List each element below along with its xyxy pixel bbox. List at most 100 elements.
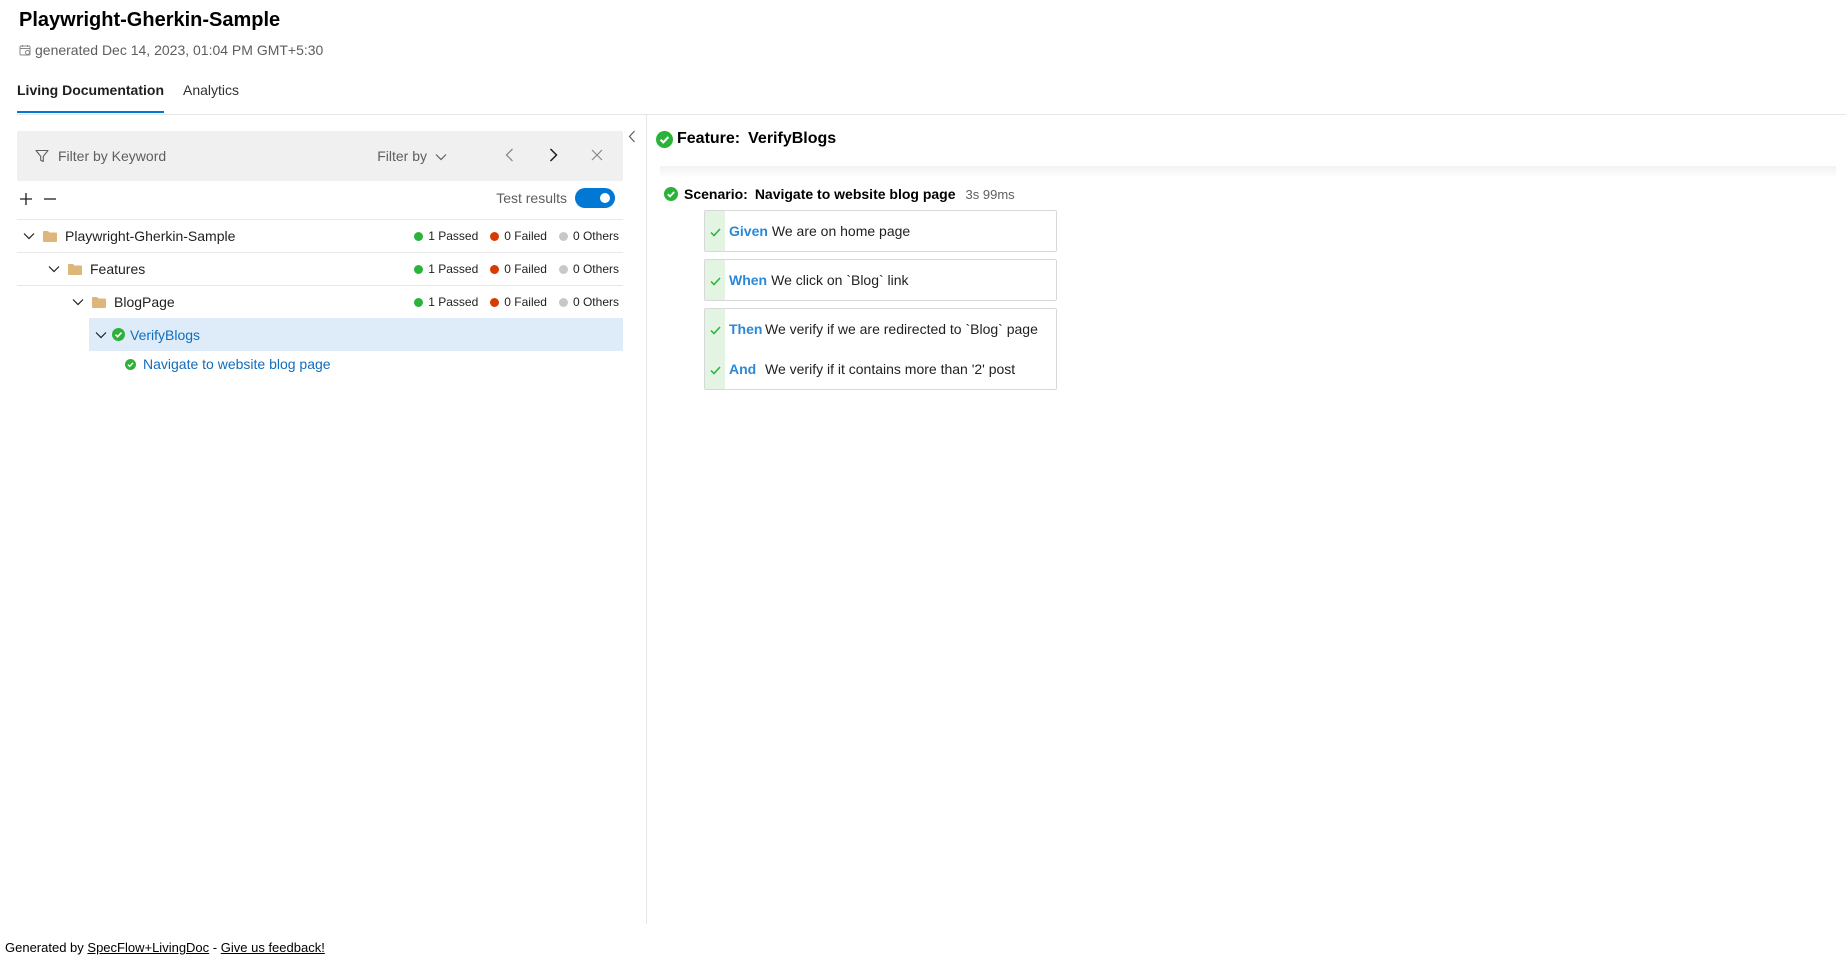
- check-icon: [705, 277, 725, 286]
- tab-analytics[interactable]: Analytics: [183, 78, 239, 113]
- detail-pane: Feature: VerifyBlogs Scenario: Navigate …: [656, 128, 1836, 397]
- passed-dot-icon: [414, 231, 424, 241]
- step-then: Then We verify if we are redirected to `…: [709, 309, 1056, 349]
- step-keyword: Then: [729, 321, 763, 337]
- passed-count: 1 Passed: [414, 229, 478, 243]
- navigation-pane: Filter by Keyword Filter by Test results…: [17, 131, 623, 377]
- scenario-header: Scenario: Navigate to website blog page …: [664, 186, 1836, 202]
- step-when: When We click on `Blog` link: [709, 260, 1056, 300]
- chevron-left-icon: [505, 148, 514, 165]
- others-text: 0 Others: [572, 295, 619, 309]
- step-and: And We verify if it contains more than '…: [709, 349, 1056, 389]
- collapse-all-button[interactable]: [41, 191, 59, 209]
- scenario-duration: 3s 99ms: [965, 186, 1015, 202]
- tree-node-label: BlogPage: [114, 294, 175, 310]
- check-icon: [705, 366, 725, 375]
- failed-text: 0 Failed: [504, 229, 547, 243]
- step-group: Given We are on home page: [704, 210, 1057, 252]
- check-icon: [705, 228, 725, 237]
- node-stats: 1 Passed 0 Failed 0 Others: [414, 220, 619, 252]
- calendar-icon: [19, 44, 31, 56]
- clear-filter-button[interactable]: [587, 148, 607, 164]
- chevron-down-icon: [435, 148, 447, 164]
- expand-all-button[interactable]: [17, 191, 35, 209]
- failed-count: 0 Failed: [490, 229, 547, 243]
- others-dot-icon: [558, 297, 568, 307]
- others-dot-icon: [558, 264, 568, 274]
- passed-text: 1 Passed: [428, 295, 479, 309]
- failed-dot-icon: [490, 297, 500, 307]
- tree-node-scenario[interactable]: Navigate to website blog page: [17, 351, 623, 377]
- node-stats: 1 Passed 0 Failed 0 Others: [414, 286, 619, 318]
- feature-divider: [660, 166, 1836, 178]
- footer-prefix: Generated by: [5, 940, 84, 955]
- tree-node-feature-verifyblogs[interactable]: VerifyBlogs: [89, 318, 623, 351]
- step-status-bar: [705, 309, 725, 389]
- generated-timestamp: generated Dec 14, 2023, 01:04 PM GMT+5:3…: [19, 42, 323, 58]
- test-results-toggle[interactable]: [575, 188, 615, 208]
- collapse-pane-button[interactable]: [628, 130, 636, 146]
- filter-by-dropdown[interactable]: Filter by: [377, 148, 447, 164]
- specflow-link[interactable]: SpecFlow+LivingDoc: [87, 940, 209, 955]
- step-text: We verify if we are redirected to `Blog`…: [765, 321, 1038, 337]
- funnel-icon: [35, 149, 49, 163]
- main-tabs: Living Documentation Analytics: [17, 78, 239, 113]
- tree-node-features[interactable]: Features 1 Passed 0 Failed 0 Others: [17, 252, 623, 285]
- chevron-down-icon[interactable]: [21, 232, 37, 240]
- filter-keyword-input[interactable]: Filter by Keyword: [58, 148, 377, 164]
- passed-count: 1 Passed: [414, 262, 478, 276]
- tree-node-label: Navigate to website blog page: [143, 356, 331, 372]
- filter-bar: Filter by Keyword Filter by: [17, 131, 623, 181]
- scenario-steps: Given We are on home page When We click …: [704, 210, 1057, 390]
- passed-text: 1 Passed: [428, 262, 479, 276]
- test-results-control: Test results: [496, 188, 615, 208]
- failed-text: 0 Failed: [504, 295, 547, 309]
- tree-node-blogpage[interactable]: BlogPage 1 Passed 0 Failed 0 Others: [17, 285, 623, 318]
- passed-check-icon: [112, 328, 125, 341]
- pane-divider: [646, 114, 647, 924]
- close-icon: [591, 148, 603, 164]
- others-dot-icon: [558, 231, 568, 241]
- footer-separator: -: [212, 940, 218, 955]
- step-group: Then We verify if we are redirected to `…: [704, 308, 1057, 390]
- passed-dot-icon: [414, 297, 424, 307]
- chevron-left-icon: [628, 130, 636, 146]
- node-stats: 1 Passed 0 Failed 0 Others: [414, 253, 619, 285]
- step-keyword: And: [729, 361, 757, 377]
- others-count: 0 Others: [558, 229, 619, 243]
- feature-prefix: Feature:: [677, 130, 741, 147]
- failed-count: 0 Failed: [490, 262, 547, 276]
- passed-count: 1 Passed: [414, 295, 478, 309]
- step-keyword: Given: [729, 223, 768, 239]
- step-text: We verify if it contains more than '2' p…: [765, 361, 1016, 377]
- failed-count: 0 Failed: [490, 295, 547, 309]
- chevron-right-icon: [549, 147, 558, 165]
- failed-dot-icon: [490, 264, 500, 274]
- tree-node-label: Features: [90, 261, 146, 277]
- tree-toolbar: Test results: [17, 181, 623, 219]
- step-group: When We click on `Blog` link: [704, 259, 1057, 301]
- passed-check-icon: [656, 130, 673, 148]
- passed-check-icon: [125, 358, 136, 370]
- failed-text: 0 Failed: [504, 262, 547, 276]
- filter-by-label: Filter by: [377, 148, 427, 164]
- previous-match-button[interactable]: [499, 148, 519, 165]
- feedback-link[interactable]: Give us feedback!: [221, 940, 325, 955]
- chevron-down-icon[interactable]: [93, 331, 109, 339]
- minus-icon: [43, 192, 57, 209]
- tree-node-root[interactable]: Playwright-Gherkin-Sample 1 Passed 0 Fai…: [17, 219, 623, 252]
- chevron-down-icon[interactable]: [70, 298, 86, 306]
- others-count: 0 Others: [558, 295, 619, 309]
- page-title: Playwright-Gherkin-Sample: [19, 9, 281, 31]
- others-text: 0 Others: [572, 262, 619, 276]
- feature-header: Feature: VerifyBlogs: [656, 128, 1836, 150]
- report-header: Playwright-Gherkin-Sample generated Dec …: [19, 8, 323, 58]
- footer: Generated by SpecFlow+LivingDoc - Give u…: [5, 940, 325, 955]
- step-text: We click on `Blog` link: [771, 272, 909, 288]
- scenario-prefix: Scenario:: [684, 186, 748, 202]
- chevron-down-icon[interactable]: [46, 265, 62, 273]
- next-match-button[interactable]: [543, 147, 563, 165]
- tabs-divider: [17, 114, 1846, 115]
- others-count: 0 Others: [558, 262, 619, 276]
- tab-living-documentation[interactable]: Living Documentation: [17, 78, 164, 113]
